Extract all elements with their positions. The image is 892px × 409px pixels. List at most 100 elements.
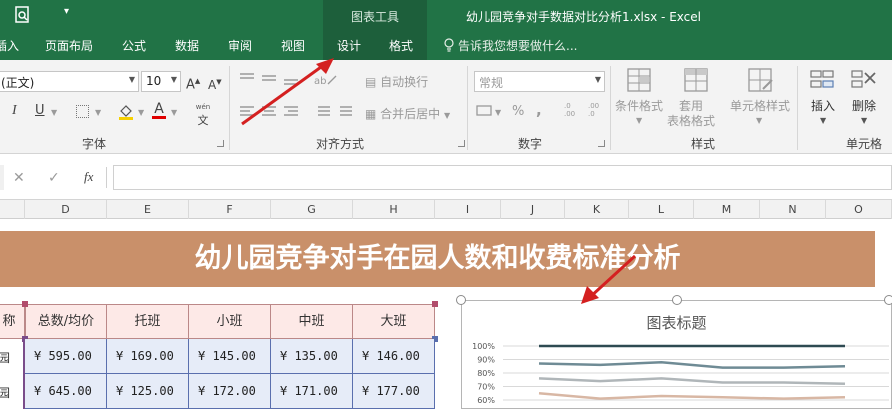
italic-button[interactable]: I: [12, 104, 17, 118]
accounting-format-icon[interactable]: ▼: [476, 104, 506, 121]
table-header-large[interactable]: 大班: [353, 304, 435, 339]
empty-row[interactable]: [0, 219, 892, 231]
y-tick-label: 60%: [477, 396, 495, 405]
formula-input[interactable]: [113, 165, 892, 190]
selection-handle[interactable]: [22, 301, 28, 307]
group-font-label: 字体: [82, 137, 107, 151]
column-header-d[interactable]: D: [25, 200, 107, 219]
insert-cells-label[interactable]: 插入: [804, 99, 842, 114]
format-as-table-label-1[interactable]: 套用: [663, 99, 719, 114]
cell-styles-icon[interactable]: [747, 67, 775, 98]
underline-button[interactable]: U: [35, 104, 45, 118]
number-format-combo[interactable]: 常规 ▼: [474, 71, 605, 92]
selection-handle[interactable]: [432, 301, 438, 307]
table-cell[interactable]: ¥ 172.00: [189, 374, 271, 409]
chevron-down-icon[interactable]: ▼: [95, 106, 101, 120]
enter-icon[interactable]: ✓: [48, 170, 60, 186]
chevron-down-icon[interactable]: ▼: [820, 116, 826, 125]
phonetic-bottom: 文: [197, 114, 209, 127]
column-header-g[interactable]: G: [271, 200, 353, 219]
column-header-k[interactable]: K: [565, 200, 629, 219]
column-header-o[interactable]: O: [826, 200, 892, 219]
font-color-button[interactable]: A: [151, 102, 167, 119]
column-header-f[interactable]: F: [189, 200, 271, 219]
column-header-i[interactable]: I: [435, 200, 501, 219]
chevron-down-icon[interactable]: ▼: [51, 106, 57, 120]
table-header-nursery[interactable]: 托班: [107, 304, 189, 339]
table-cell[interactable]: ¥ 171.00: [271, 374, 353, 409]
column-header-l[interactable]: L: [629, 200, 694, 219]
series-line-4[interactable]: [538, 392, 846, 400]
table-cell[interactable]: ¥ 146.00: [353, 339, 435, 374]
delete-cells-label[interactable]: 删除: [845, 99, 883, 114]
number-dialog-launcher[interactable]: [598, 140, 605, 147]
annotation-arrow: [241, 58, 334, 126]
table-header-middle[interactable]: 中班: [271, 304, 353, 339]
delete-cells-icon[interactable]: [850, 67, 878, 98]
percent-button[interactable]: %: [512, 104, 524, 119]
header-text: 总数/均价: [37, 314, 95, 329]
increase-decimal-button[interactable]: .0 .00: [564, 102, 582, 118]
table-cell[interactable]: ¥ 595.00: [25, 339, 107, 374]
column-header-n[interactable]: N: [760, 200, 826, 219]
tab-insert[interactable]: 插入: [0, 37, 19, 54]
grow-font-button[interactable]: A▲: [186, 74, 200, 92]
format-as-table-label-2[interactable]: 表格格式: [663, 114, 719, 129]
comma-button[interactable]: ,: [536, 101, 542, 119]
chevron-down-icon[interactable]: ▼: [861, 116, 867, 125]
conditional-format-label[interactable]: 条件格式: [611, 99, 667, 114]
y-tick-label: 100%: [472, 342, 495, 351]
shrink-font-button[interactable]: A▼: [208, 75, 222, 92]
tab-formulas[interactable]: 公式: [122, 37, 146, 54]
cancel-icon[interactable]: ✕: [13, 170, 25, 186]
insert-function-icon[interactable]: fx: [84, 169, 93, 185]
column-header-partial[interactable]: [0, 200, 25, 219]
phonetic-button[interactable]: wén 文: [192, 100, 214, 128]
cell-styles-label[interactable]: 单元格样式: [727, 99, 793, 114]
series-line-3[interactable]: [538, 377, 846, 386]
table-header-total[interactable]: 总数/均价: [25, 304, 107, 339]
table-header-name[interactable]: 称: [0, 304, 25, 339]
print-preview-icon[interactable]: [14, 6, 32, 24]
tab-data[interactable]: 数据: [175, 37, 199, 54]
tab-page-layout[interactable]: 页面布局: [45, 37, 93, 54]
merge-center-button[interactable]: ▦ 合并后居中 ▼: [365, 105, 450, 122]
chevron-down-icon[interactable]: ▼: [756, 116, 762, 125]
column-header-m[interactable]: M: [694, 200, 760, 219]
table-cell[interactable]: ¥ 135.00: [271, 339, 353, 374]
border-icon[interactable]: [76, 105, 89, 118]
row-label[interactable]: 园: [0, 349, 10, 366]
column-header-j[interactable]: J: [501, 200, 565, 219]
conditional-format-icon[interactable]: [626, 67, 654, 98]
tab-format[interactable]: 格式: [389, 37, 413, 54]
font-size-combo[interactable]: 10 ▼: [141, 71, 181, 92]
font-name-combo[interactable]: (正文) ▼: [0, 71, 139, 92]
chevron-down-icon[interactable]: ▼: [138, 106, 144, 120]
customize-quick-access-button[interactable]: ▾: [64, 6, 69, 17]
table-cell[interactable]: ¥ 145.00: [189, 339, 271, 374]
alignment-dialog-launcher[interactable]: [458, 140, 465, 147]
table-cell[interactable]: ¥ 125.00: [107, 374, 189, 409]
decrease-decimal-button[interactable]: .00 .0: [588, 102, 606, 118]
tell-me-search[interactable]: 告诉我您想要做什么...: [458, 37, 577, 54]
insert-cells-icon[interactable]: [809, 67, 837, 98]
chevron-down-icon[interactable]: ▼: [171, 106, 177, 120]
font-dialog-launcher[interactable]: [217, 140, 224, 147]
column-header-h[interactable]: H: [353, 200, 435, 219]
name-box-edge: [0, 165, 4, 190]
fill-color-icon[interactable]: [117, 103, 135, 124]
tab-design[interactable]: 设计: [337, 37, 361, 54]
wrap-text-button[interactable]: ▤ 自动换行: [365, 73, 428, 90]
row-label[interactable]: 园: [0, 384, 10, 401]
header-text: 托班: [134, 314, 161, 329]
chart-tools-label: 图表工具: [350, 10, 399, 24]
column-header-e[interactable]: E: [107, 200, 189, 219]
table-cell[interactable]: ¥ 645.00: [25, 374, 107, 409]
format-as-table-icon[interactable]: [683, 67, 711, 98]
chart-plot[interactable]: 100% 90% 80% 70% 60%: [461, 300, 892, 409]
table-cell[interactable]: ¥ 177.00: [353, 374, 435, 409]
chevron-down-icon[interactable]: ▼: [636, 116, 642, 125]
series-line-2[interactable]: [538, 360, 846, 369]
table-header-small[interactable]: 小班: [189, 304, 271, 339]
table-cell[interactable]: ¥ 169.00: [107, 339, 189, 374]
